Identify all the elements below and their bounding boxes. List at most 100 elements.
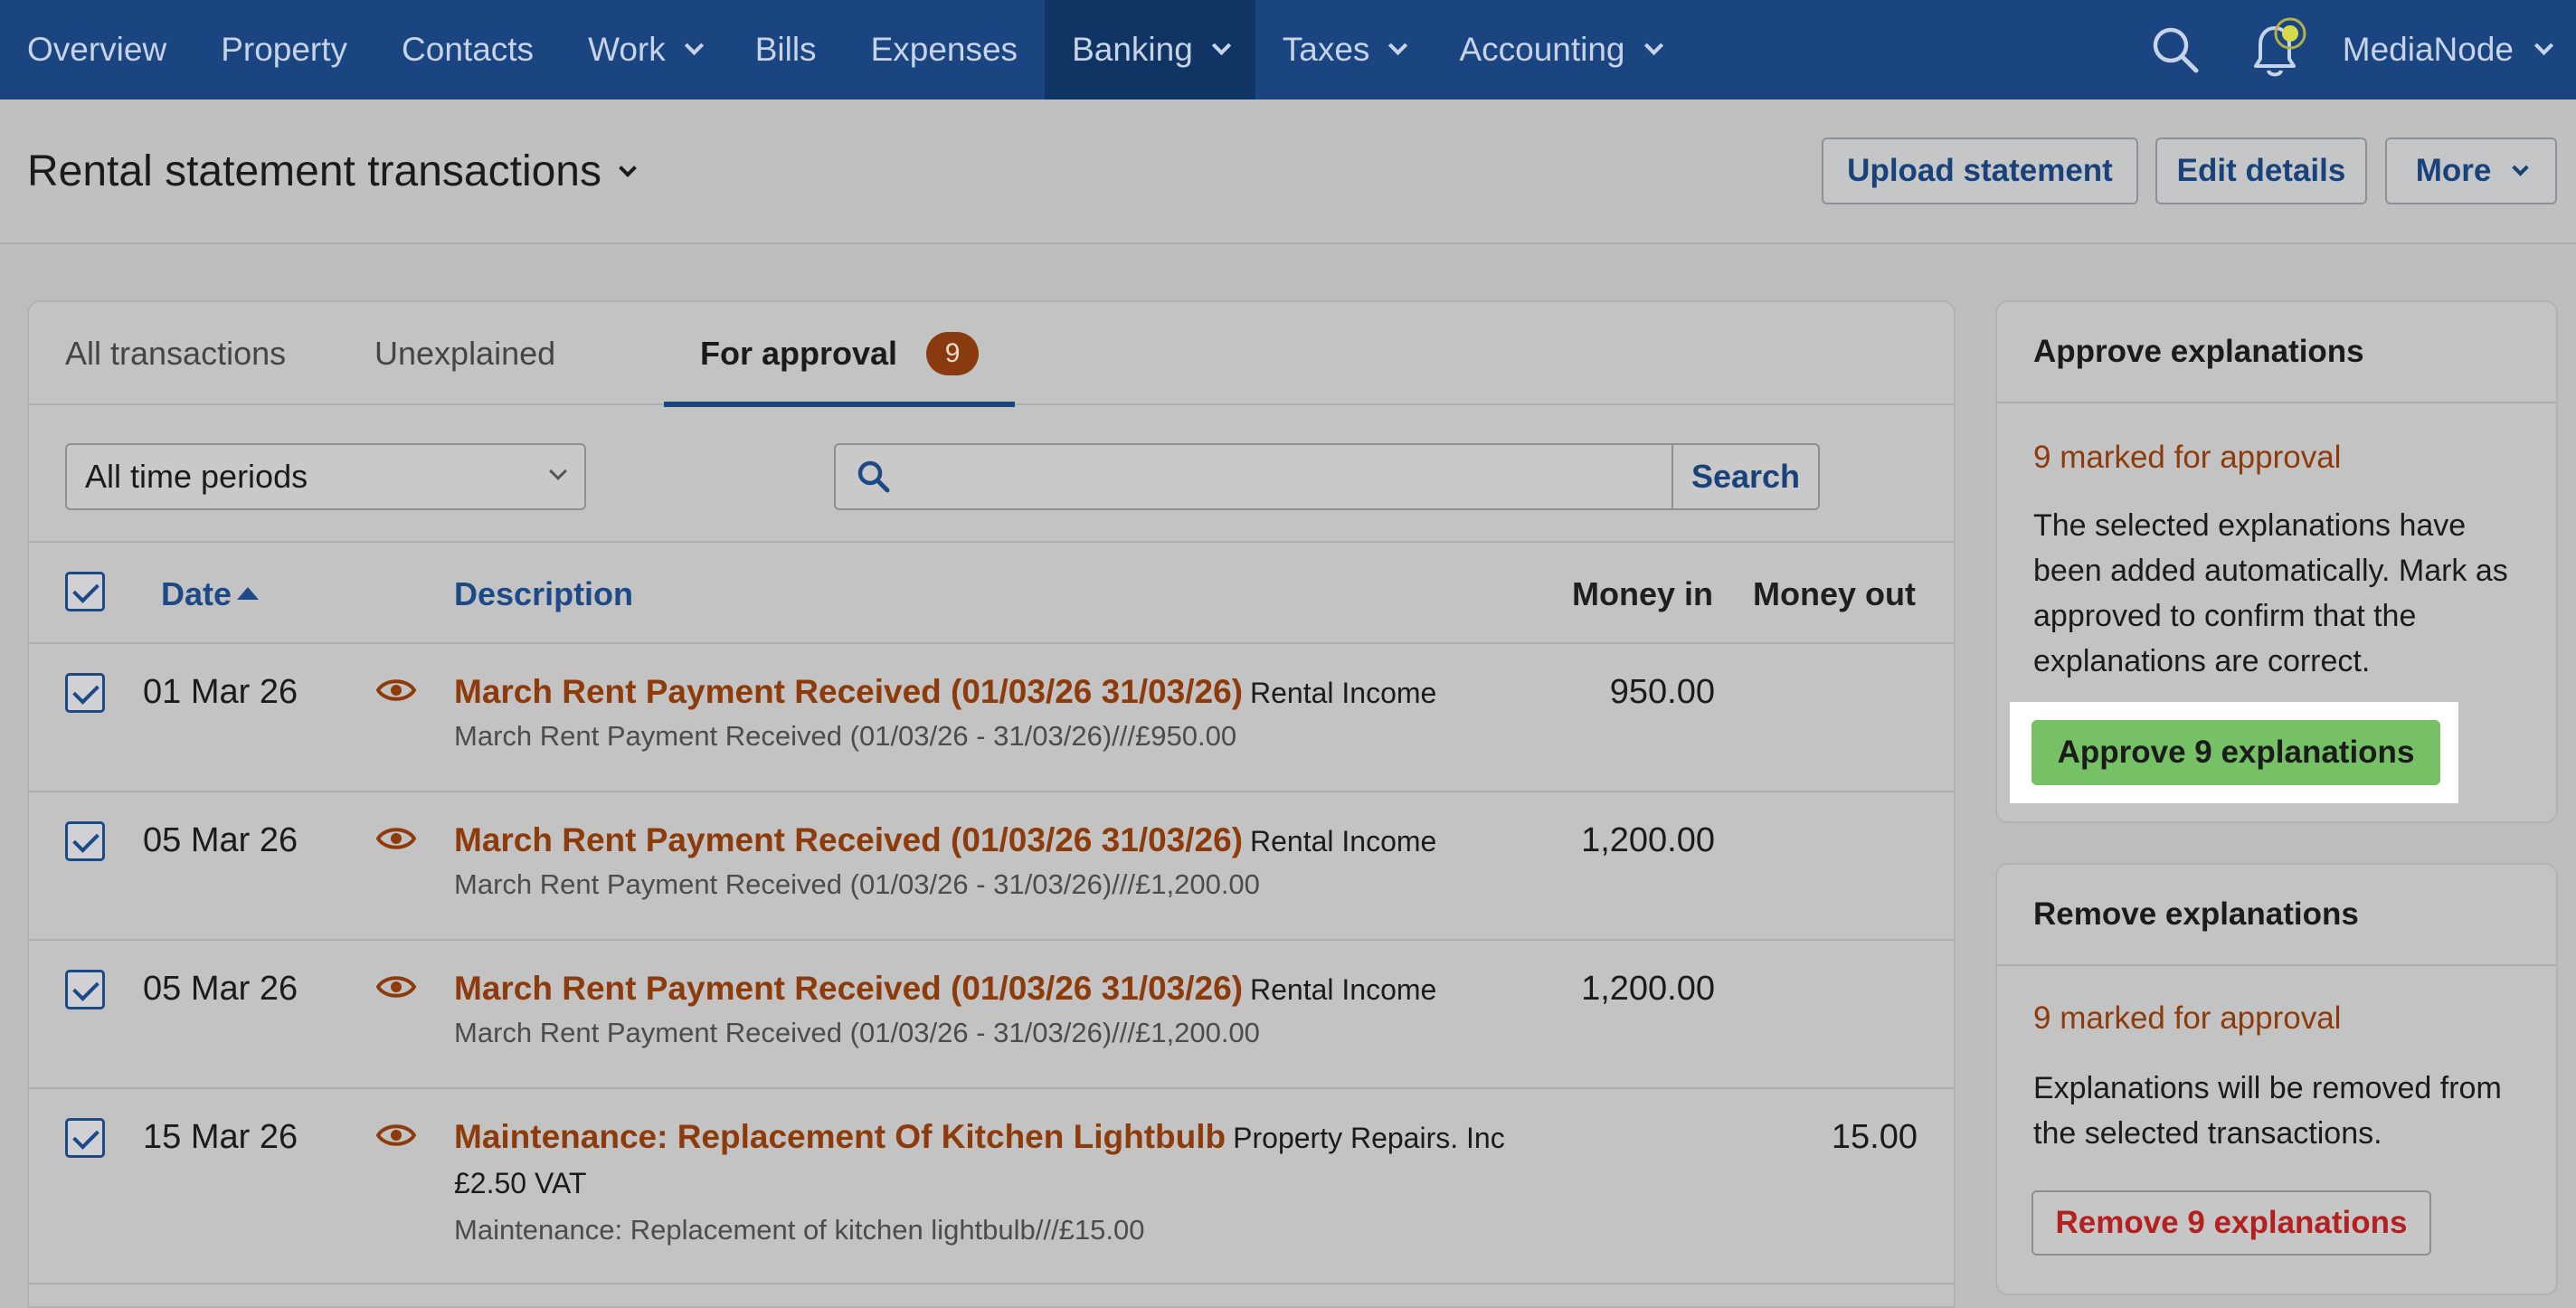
row-date: 05 Mar 26	[143, 821, 298, 859]
eye-icon[interactable]	[376, 825, 416, 852]
tab-for-approval[interactable]: For approval 9	[664, 302, 1016, 407]
row-vat: £2.50 VAT	[454, 1167, 587, 1199]
row-category: Rental Income	[1250, 973, 1437, 1006]
chevron-down-icon	[549, 462, 567, 480]
page-title-text: Rental statement transactions	[27, 147, 601, 195]
upload-statement-button[interactable]: Upload statement	[1822, 137, 2138, 204]
nav-accounting[interactable]: Accounting	[1432, 0, 1687, 100]
eye-icon[interactable]	[376, 1122, 416, 1149]
time-period-select[interactable]: All time periods	[65, 443, 586, 510]
chevron-down-icon	[2512, 158, 2530, 176]
approve-panel-title: Approve explanations	[1997, 302, 2556, 403]
row-checkbox[interactable]	[65, 673, 105, 713]
row-title-link[interactable]: March Rent Payment Received (01/03/26 31…	[454, 821, 1243, 858]
approve-explanations-button[interactable]: Approve 9 explanations	[2031, 720, 2440, 785]
chevron-down-icon	[1211, 35, 1231, 55]
search-box: Search	[834, 443, 1820, 510]
table-row[interactable]: 05 Mar 26 March Rent Payment Received (0…	[29, 941, 1954, 1089]
search-icon[interactable]	[2126, 0, 2225, 100]
row-money-in: 1,200.00	[1581, 970, 1715, 1008]
page-title[interactable]: Rental statement transactions	[27, 147, 637, 196]
nav-contacts[interactable]: Contacts	[374, 0, 561, 100]
nav-work-label: Work	[588, 31, 666, 68]
nav-overview[interactable]: Overview	[0, 0, 194, 100]
row-category: Rental Income	[1250, 677, 1437, 709]
more-button[interactable]: More	[2385, 137, 2557, 204]
row-date: 15 Mar 26	[143, 1118, 298, 1156]
account-name: MediaNode	[2342, 31, 2514, 68]
money-out-column-header: Money out	[1753, 575, 1916, 612]
row-detail: March Rent Payment Received (01/03/26 - …	[454, 720, 1237, 752]
tab-all-transactions[interactable]: All transactions	[65, 302, 286, 405]
nav-work[interactable]: Work	[561, 0, 728, 100]
row-category: Rental Income	[1250, 825, 1437, 858]
nav-bills[interactable]: Bills	[728, 0, 844, 100]
top-navigation: Overview Property Contacts Work Bills Ex…	[0, 0, 2576, 100]
row-detail: Maintenance: Replacement of kitchen ligh…	[454, 1214, 1145, 1246]
row-title-link[interactable]: Maintenance: Replacement Of Kitchen Ligh…	[454, 1118, 1226, 1155]
sort-ascending-icon	[237, 587, 260, 601]
eye-icon[interactable]	[376, 973, 416, 1000]
approve-count-text: 9 marked for approval	[2033, 440, 2342, 475]
description-column-header[interactable]: Description	[454, 575, 633, 613]
tab-bar: All transactions Unexplained For approva…	[29, 302, 1954, 407]
page-header: Rental statement transactions Upload sta…	[0, 100, 2576, 244]
row-description: March Rent Payment Received (01/03/26 31…	[454, 821, 1436, 859]
row-date: 05 Mar 26	[143, 970, 298, 1008]
remove-explanations-button[interactable]: Remove 9 explanations	[2031, 1190, 2431, 1256]
select-all-checkbox[interactable]	[65, 572, 105, 611]
table-row[interactable]: 01 Mar 26 March Rent Payment Received (0…	[29, 644, 1954, 792]
nav-expenses[interactable]: Expenses	[844, 0, 1046, 100]
nav-right-group: MediaNode	[2126, 0, 2576, 100]
nav-taxes[interactable]: Taxes	[1255, 0, 1433, 100]
chevron-down-icon	[2533, 35, 2554, 55]
remove-count-text: 9 marked for approval	[2033, 1000, 2342, 1036]
eye-icon[interactable]	[376, 677, 416, 704]
row-detail: March Rent Payment Received (01/03/26 - …	[454, 1017, 1260, 1048]
chevron-down-icon	[684, 35, 704, 55]
tab-unexplained[interactable]: Unexplained	[374, 302, 555, 405]
search-input[interactable]	[895, 445, 1672, 508]
bell-icon[interactable]	[2225, 0, 2325, 100]
remove-description: Explanations will be removed from the se…	[2033, 1071, 2502, 1151]
approve-description: The selected explanations have been adde…	[2033, 508, 2508, 678]
row-checkbox[interactable]	[65, 821, 105, 861]
row-category: Property Repairs. Inc	[1233, 1122, 1505, 1154]
nav-banking[interactable]: Banking	[1045, 0, 1255, 100]
row-description: March Rent Payment Received (01/03/26 31…	[454, 673, 1436, 711]
nav-banking-label: Banking	[1072, 31, 1193, 68]
tab-for-approval-label: For approval	[700, 335, 898, 372]
table-row[interactable]: 15 Mar 26 Maintenance: Replacement Of Ki…	[29, 1089, 1954, 1284]
transactions-panel: All transactions Unexplained For approva…	[27, 300, 1956, 1308]
approval-count-badge: 9	[926, 332, 980, 375]
search-button[interactable]: Search	[1672, 445, 1818, 508]
time-period-value: All time periods	[85, 458, 308, 495]
search-icon	[852, 445, 895, 508]
nav-accounting-label: Accounting	[1459, 31, 1625, 68]
account-menu[interactable]: MediaNode	[2325, 31, 2576, 69]
row-title-link[interactable]: March Rent Payment Received (01/03/26 31…	[454, 970, 1243, 1007]
date-column-header[interactable]: Date	[161, 575, 260, 613]
row-title-link[interactable]: March Rent Payment Received (01/03/26 31…	[454, 673, 1243, 710]
row-checkbox[interactable]	[65, 1118, 105, 1158]
date-header-label: Date	[161, 575, 232, 612]
chevron-down-icon	[619, 158, 637, 177]
row-date: 01 Mar 26	[143, 673, 298, 711]
nav-property[interactable]: Property	[194, 0, 374, 100]
more-label: More	[2415, 153, 2492, 188]
remove-panel-title: Remove explanations	[1997, 865, 2556, 966]
row-description: Maintenance: Replacement Of Kitchen Ligh…	[454, 1118, 1505, 1156]
chevron-down-icon	[1643, 35, 1663, 55]
nav-taxes-label: Taxes	[1282, 31, 1370, 68]
filter-bar: All time periods Search	[29, 405, 1954, 543]
table-header: Date Description Money in Money out	[29, 543, 1954, 644]
money-in-column-header: Money in	[1572, 575, 1714, 612]
chevron-down-icon	[1388, 35, 1408, 55]
row-money-in: 1,200.00	[1581, 821, 1715, 859]
row-money-in: 950.00	[1609, 673, 1715, 711]
row-description: March Rent Payment Received (01/03/26 31…	[454, 970, 1436, 1008]
row-money-out: 15.00	[1831, 1118, 1918, 1156]
edit-details-button[interactable]: Edit details	[2155, 137, 2367, 204]
table-row[interactable]: 05 Mar 26 March Rent Payment Received (0…	[29, 792, 1954, 941]
row-checkbox[interactable]	[65, 970, 105, 1009]
